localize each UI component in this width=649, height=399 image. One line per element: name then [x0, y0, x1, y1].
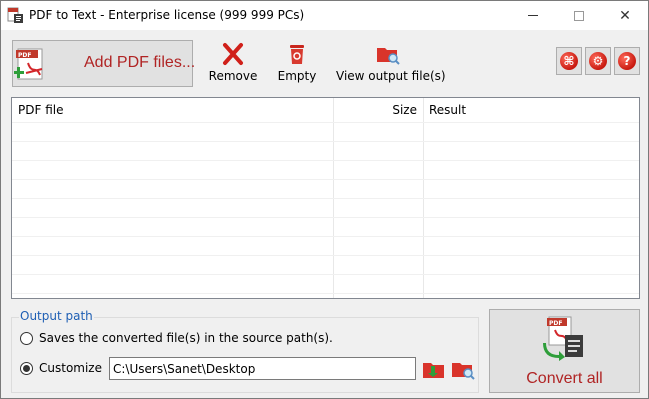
help-button[interactable]: ? — [614, 47, 640, 75]
grid-line — [12, 198, 639, 199]
svg-text:PDF: PDF — [18, 52, 31, 59]
question-icon: ? — [618, 52, 636, 70]
trash-icon — [290, 45, 304, 64]
remove-label: Remove — [208, 69, 258, 83]
convert-all-label: Convert all — [526, 370, 603, 387]
view-output-files-button[interactable]: View output file(s) — [336, 42, 446, 86]
svg-text:PDF: PDF — [549, 320, 562, 327]
pdf-convert-icon: PDF — [543, 316, 583, 361]
grid-line — [12, 141, 639, 142]
website-button[interactable]: ⌘ — [556, 47, 582, 75]
grid-line — [12, 217, 639, 218]
source-path-label[interactable]: Saves the converted file(s) in the sourc… — [39, 331, 333, 345]
remove-button[interactable]: Remove — [207, 42, 259, 86]
source-path-radio[interactable] — [20, 332, 33, 345]
minimize-icon — [528, 15, 538, 16]
grid-line — [12, 179, 639, 180]
custom-path-input[interactable] — [109, 357, 416, 380]
pdf-file-list[interactable]: PDF file Size Result — [11, 97, 640, 299]
red-x-icon — [223, 43, 243, 65]
settings-button[interactable]: ⚙ — [585, 47, 611, 75]
view-output-files-label: View output file(s) — [336, 69, 446, 83]
grid-line — [12, 122, 639, 123]
grid-line — [12, 160, 639, 161]
maximize-icon — [574, 10, 584, 21]
grid-line — [12, 236, 639, 237]
title-bar: PDF to Text - Enterprise license (999 99… — [1, 1, 648, 30]
app-window: PDF to Text - Enterprise license (999 99… — [0, 0, 649, 399]
customize-label[interactable]: Customize — [39, 361, 102, 375]
empty-label: Empty — [277, 69, 317, 83]
customize-radio[interactable] — [20, 362, 33, 375]
grid-line — [12, 274, 639, 275]
grid-line — [12, 255, 639, 256]
empty-button[interactable]: Empty — [275, 42, 319, 86]
column-header-result[interactable]: Result — [429, 103, 466, 117]
folder-magnifier-icon[interactable] — [450, 357, 476, 381]
window-title: PDF to Text - Enterprise license (999 99… — [29, 8, 305, 22]
close-icon: ✕ — [619, 7, 631, 24]
add-pdf-files-label: Add PDF files... — [84, 54, 196, 71]
output-path-group — [11, 317, 479, 393]
close-button[interactable]: ✕ — [602, 1, 648, 30]
convert-all-button[interactable]: PDF Convert all — [489, 309, 640, 393]
add-pdf-files-button[interactable]: PDF Add PDF files... — [12, 40, 196, 87]
grid-line — [12, 293, 639, 294]
maximize-button[interactable] — [556, 1, 602, 30]
column-header-pdf-file[interactable]: PDF file — [18, 103, 63, 117]
column-header-size[interactable]: Size — [335, 103, 417, 117]
globe-icon: ⌘ — [560, 52, 578, 70]
list-header: PDF file Size Result — [12, 98, 639, 122]
wrench-icon: ⚙ — [589, 52, 607, 70]
folder-magnifier-icon — [377, 48, 400, 65]
output-path-title: Output path — [19, 309, 94, 323]
pdf-add-icon: PDF — [14, 48, 43, 80]
pdf-app-icon — [7, 7, 23, 23]
minimize-button[interactable] — [510, 1, 556, 30]
folder-arrow-icon[interactable] — [421, 357, 447, 381]
